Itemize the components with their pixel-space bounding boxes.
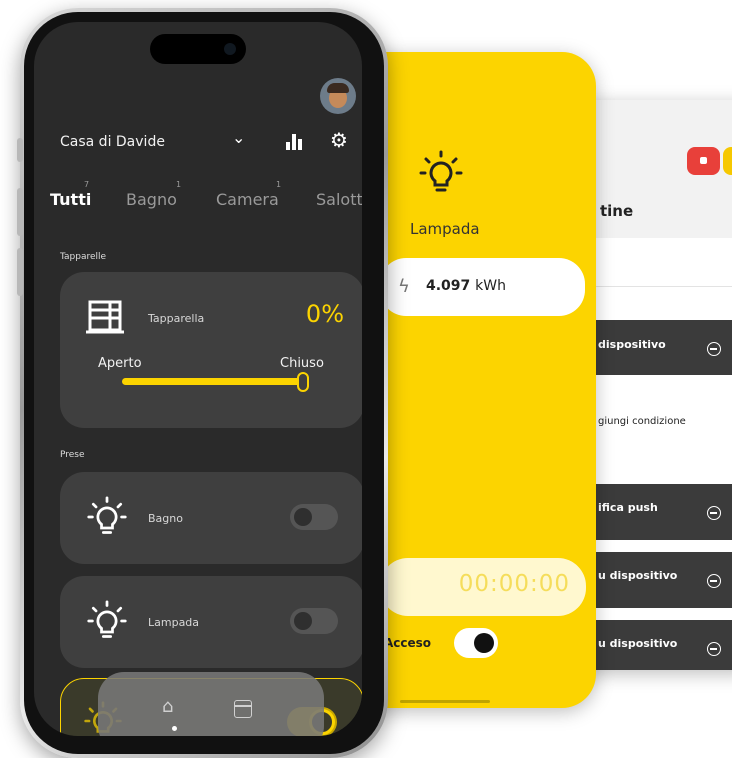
bottom-nav: ⌂: [98, 672, 324, 736]
calendar-icon[interactable]: [234, 700, 252, 718]
device-name: Lampada: [148, 616, 200, 629]
lightbulb-icon: [87, 496, 127, 534]
toggle-knob: [294, 612, 312, 630]
lightbulb-icon: [87, 600, 127, 638]
toggle-knob: [474, 633, 494, 653]
timer-value: 00:00:00: [458, 571, 570, 597]
slider-label-open: Aperto: [98, 356, 142, 371]
routine-row-label: u dispositivo: [598, 637, 678, 650]
section-title-sockets: Prese: [60, 450, 85, 460]
minus-circle-icon[interactable]: [707, 342, 721, 356]
minus-circle-icon[interactable]: [707, 506, 721, 520]
side-button: [17, 188, 23, 236]
stats-icon[interactable]: [286, 134, 302, 150]
tab-count: 1: [176, 180, 182, 189]
shutter-name: Tapparella: [148, 312, 205, 325]
lightning-icon: ϟ: [398, 276, 410, 297]
dynamic-island: [150, 34, 246, 64]
section-title-shutters: Tapparelle: [60, 252, 107, 262]
device-toggle[interactable]: [290, 504, 338, 530]
home-indicator: [400, 700, 490, 703]
routine-title: tine: [600, 202, 634, 220]
device-toggle[interactable]: [290, 608, 338, 634]
energy-unit: kWh: [475, 278, 506, 294]
power-label: Acceso: [384, 636, 432, 650]
lamp-title: Lampada: [410, 220, 480, 238]
tab-salotto[interactable]: Salotto: [316, 190, 362, 209]
device-card[interactable]: Lampada: [60, 576, 362, 668]
avatar-hair: [327, 83, 349, 93]
home-icon[interactable]: ⌂: [162, 696, 173, 717]
shutter-slider[interactable]: [122, 378, 306, 385]
lightbulb-icon: [419, 150, 463, 192]
routine-row-label: dispositivo: [598, 338, 666, 351]
minus-circle-icon[interactable]: [707, 574, 721, 588]
shutter-percent: 0%: [305, 300, 344, 328]
side-button: [17, 248, 23, 296]
minus-circle-icon[interactable]: [707, 642, 721, 656]
energy-readout: 4.097 kWh: [426, 278, 506, 294]
tab-tutti[interactable]: Tutti: [50, 190, 91, 209]
tab-camera[interactable]: Camera: [216, 190, 279, 209]
timer-card[interactable]: 00:00:00: [380, 558, 586, 616]
energy-value: 4.097: [426, 278, 471, 294]
slider-handle[interactable]: [297, 372, 309, 392]
nav-active-dot: [172, 726, 177, 731]
tab-bagno[interactable]: Bagno: [126, 190, 177, 209]
shutter-icon: [86, 300, 124, 334]
device-card[interactable]: Bagno: [60, 472, 362, 564]
device-name: Bagno: [148, 512, 183, 525]
avatar[interactable]: [320, 78, 356, 114]
routine-row-label: ifica push: [598, 501, 658, 514]
chevron-down-icon[interactable]: ⌄: [232, 128, 245, 147]
shutter-card[interactable]: Tapparella 0% Aperto Chiuso: [60, 272, 362, 428]
power-toggle[interactable]: [454, 628, 498, 658]
home-selector[interactable]: Casa di Davide: [60, 134, 165, 150]
phone-frame: Casa di Davide ⌄ ⚙ 7 Tutti 1 Bagno 1 Cam…: [17, 8, 388, 758]
side-button: [17, 138, 23, 162]
action-button[interactable]: [723, 147, 732, 175]
routine-row-label: u dispositivo: [598, 569, 678, 582]
tab-count: 7: [84, 180, 90, 189]
toggle-knob: [294, 508, 312, 526]
routine-row-label[interactable]: giungi condizione: [598, 416, 686, 427]
tab-count: 1: [276, 180, 282, 189]
delete-button[interactable]: [687, 147, 720, 175]
app-screen: Casa di Davide ⌄ ⚙ 7 Tutti 1 Bagno 1 Cam…: [34, 22, 362, 736]
gear-icon[interactable]: ⚙: [330, 130, 348, 150]
slider-label-closed: Chiuso: [280, 356, 324, 371]
energy-card: ϟ 4.097 kWh: [380, 258, 585, 316]
